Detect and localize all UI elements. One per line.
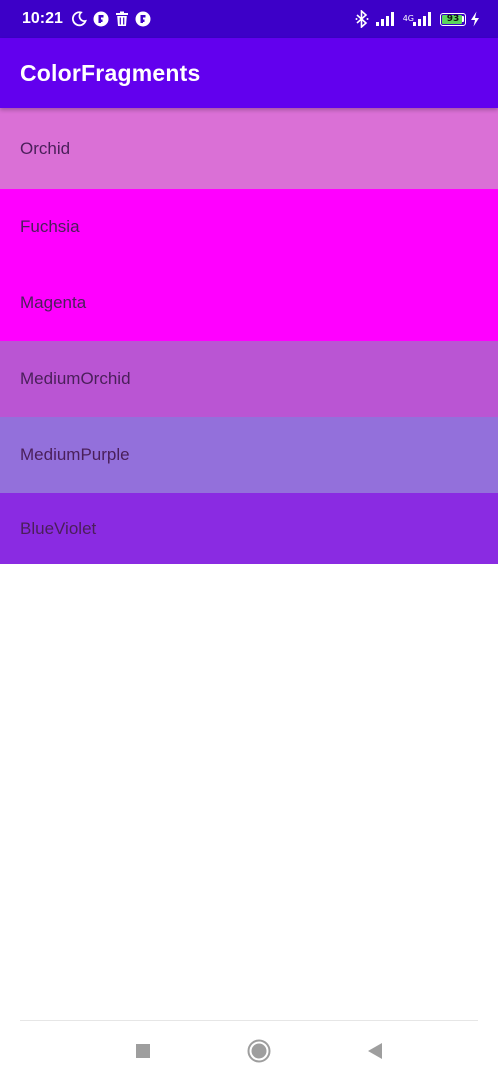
status-time: 10:21 <box>22 10 63 27</box>
back-triangle-icon[interactable] <box>358 1034 392 1068</box>
battery-level: 93 <box>446 14 460 24</box>
moon-icon <box>71 11 87 27</box>
color-item-label: MediumOrchid <box>20 369 131 388</box>
screen: 10:21 4G 93 ColorFragments Orchid Fuchsi… <box>0 0 498 1080</box>
app-notification-icon <box>135 11 151 27</box>
app-bar: ColorFragments <box>0 38 498 108</box>
color-item-fuchsia[interactable]: Fuchsia <box>0 189 498 265</box>
app-notification-icon <box>93 11 109 27</box>
navigation-bar <box>0 1021 498 1080</box>
home-circle-icon[interactable] <box>242 1034 276 1068</box>
color-item-mediumpurple[interactable]: MediumPurple <box>0 417 498 493</box>
charging-icon <box>470 11 480 27</box>
color-item-magenta[interactable]: Magenta <box>0 265 498 341</box>
color-list: Orchid Fuchsia Magenta MediumOrchid Medi… <box>0 108 498 564</box>
status-left: 10:21 <box>22 10 151 28</box>
color-item-label: Orchid <box>20 138 71 158</box>
color-item-label: BlueViolet <box>20 518 97 538</box>
signal-4g-icon: 4G <box>403 11 434 27</box>
battery-icon: 93 <box>440 12 466 26</box>
signal-icon <box>375 11 397 27</box>
bluetooth-icon <box>355 10 369 28</box>
color-item-blueviolet[interactable]: BlueViolet <box>0 493 498 564</box>
status-right: 4G 93 <box>355 10 480 28</box>
status-bar: 10:21 4G 93 <box>0 0 498 38</box>
trash-icon <box>115 11 129 27</box>
app-title: ColorFragments <box>20 59 201 86</box>
color-item-label: MediumPurple <box>20 445 130 464</box>
color-item-label: Fuchsia <box>20 217 80 236</box>
color-item-mediumorchid[interactable]: MediumOrchid <box>0 341 498 417</box>
recents-square-icon[interactable] <box>126 1034 160 1068</box>
color-item-orchid[interactable]: Orchid <box>0 108 498 189</box>
battery-body: 93 <box>440 12 466 26</box>
color-item-label: Magenta <box>20 293 87 312</box>
